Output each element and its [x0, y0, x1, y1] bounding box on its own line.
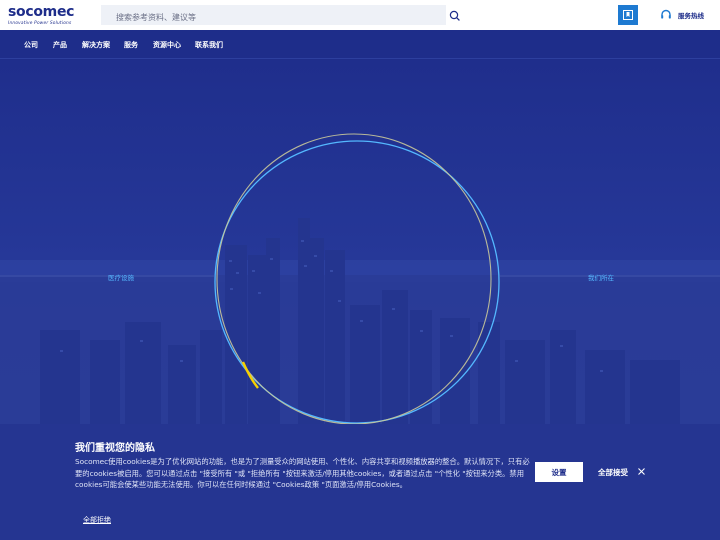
socomec-logo[interactable]: socomec Innovative Power Solutions	[8, 5, 98, 27]
nav-item-services[interactable]: 服务	[124, 40, 138, 50]
close-icon[interactable]	[637, 467, 646, 476]
cookie-title: 我们重视您的隐私	[75, 443, 155, 454]
nav-item-contact[interactable]: 联系我们	[195, 40, 223, 50]
bookmark-button[interactable]	[618, 5, 638, 25]
service-hotline[interactable]: 服务热线	[660, 8, 704, 22]
hero-link-locations[interactable]: 我们所在	[588, 272, 614, 282]
logo-wordmark: socomec	[8, 4, 75, 20]
search-icon[interactable]	[448, 8, 462, 22]
bookmark-icon	[623, 10, 633, 20]
reject-all-link[interactable]: 全部拒绝	[83, 515, 111, 525]
nav-item-resources[interactable]: 资源中心	[153, 40, 181, 50]
nav-item-products[interactable]: 产品	[53, 40, 67, 50]
nav-item-company[interactable]: 公司	[24, 40, 38, 50]
logo-tagline: Innovative Power Solutions	[8, 21, 72, 26]
cookie-description: Socomec使用cookies是为了优化网站的功能，也是为了测量受众的网站使用…	[75, 457, 530, 489]
headset-icon	[661, 9, 671, 19]
search-box	[101, 5, 446, 28]
main-nav: 公司 产品 解决方案 服务 资源中心 联系我们	[0, 30, 720, 59]
cookie-banner: 我们重视您的隐私 Socomec使用cookies是为了优化网站的功能，也是为了…	[0, 424, 720, 540]
hotline-label: 服务热线	[678, 12, 704, 20]
hero-link-medical[interactable]: 医疗设施	[108, 272, 134, 282]
cookie-settings-button[interactable]: 设置	[535, 462, 583, 482]
nav-item-solutions[interactable]: 解决方案	[82, 40, 110, 50]
top-header: socomec Innovative Power Solutions 服务热线	[0, 0, 720, 30]
search-input[interactable]	[101, 7, 421, 28]
accept-all-button[interactable]: 全部接受	[598, 467, 628, 478]
